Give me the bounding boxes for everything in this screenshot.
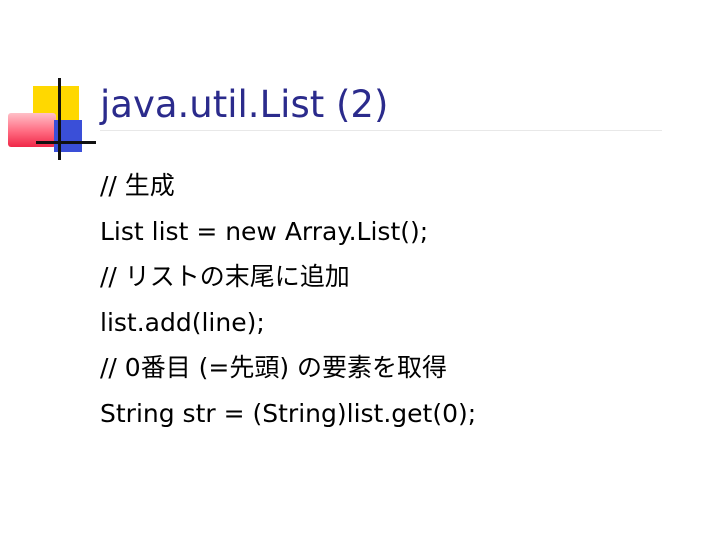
code-line: list.add(line); <box>100 307 265 337</box>
code-lines: // 生成 List list = new Array.List(); // リ… <box>100 163 476 437</box>
code-line: String str = (String)list.get(0); <box>100 398 477 428</box>
slide-logo-decoration <box>0 0 100 170</box>
logo-vertical-line <box>58 78 61 160</box>
slide: java.util.List (2) // 生成 List list = new… <box>0 0 720 540</box>
title-divider <box>100 130 662 131</box>
logo-horizontal-line <box>36 141 96 144</box>
code-line: // 生成 <box>100 171 175 200</box>
code-line: List list = new Array.List(); <box>100 216 429 246</box>
code-line: // リストの末尾に追加 <box>100 262 350 292</box>
code-line: // 0番目 (=先頭) の要素を取得 <box>100 353 448 383</box>
slide-title: java.util.List (2) <box>100 83 389 126</box>
